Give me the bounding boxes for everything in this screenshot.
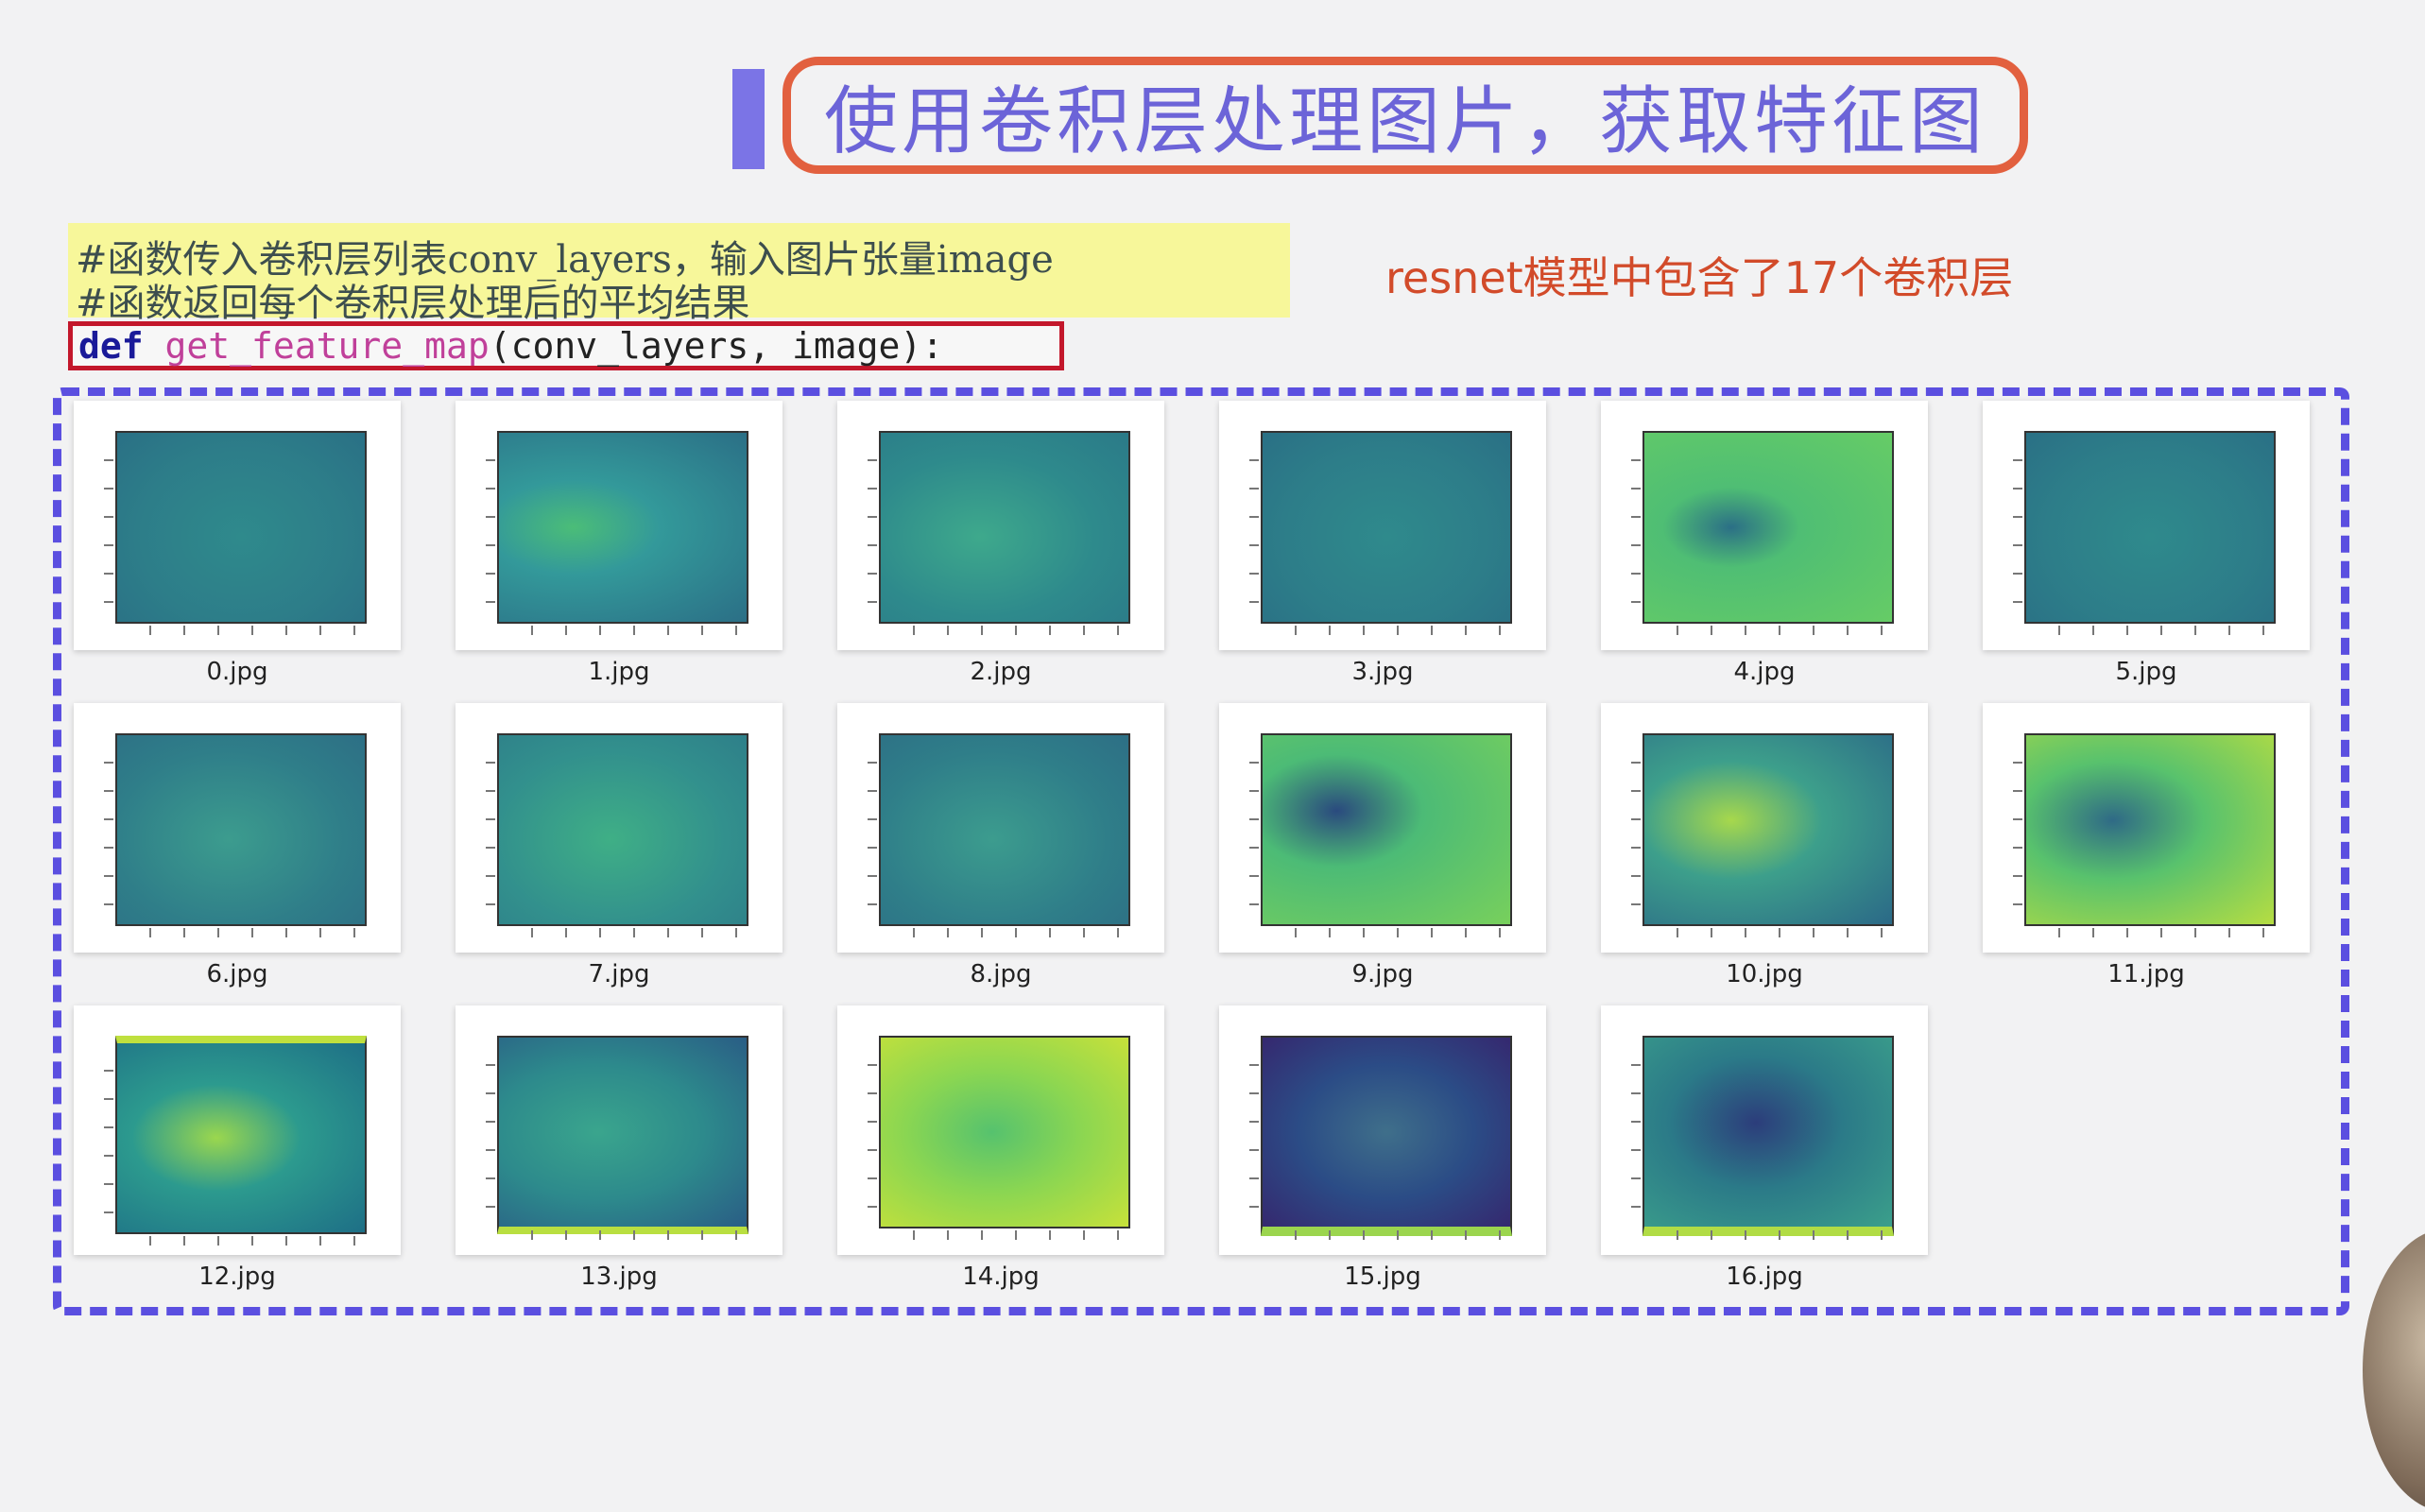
feature-map-label: 6.jpg: [206, 960, 268, 988]
feature-map-image: [2013, 733, 2276, 937]
feature-map-label: 7.jpg: [588, 960, 650, 988]
code-arguments: (conv_layers, image):: [489, 325, 944, 367]
feature-map-card: [456, 1005, 783, 1255]
feature-map-image: [1249, 431, 1512, 635]
feature-map-label: 4.jpg: [1733, 658, 1796, 686]
feature-map-image: [486, 1036, 748, 1240]
feature-map-card: [74, 703, 401, 953]
feature-map-card: [74, 1005, 401, 1255]
feature-map-image: [2013, 431, 2276, 635]
feature-map-card: [1601, 1005, 1928, 1255]
feature-map-label: 9.jpg: [1351, 960, 1414, 988]
feature-map-image: [486, 733, 748, 937]
feature-map-card: [1983, 703, 2310, 953]
feature-map-label: 2.jpg: [970, 658, 1032, 686]
feature-map-card: [1983, 401, 2310, 650]
feature-map-image: [1249, 1036, 1512, 1240]
feature-map-label: 10.jpg: [1726, 960, 1803, 988]
title-box: 使用卷积层处理图片，获取特征图: [783, 57, 2028, 174]
feature-map-image: [104, 733, 367, 937]
feature-map-image: [1249, 733, 1512, 937]
code-function-name: get_feature_map: [164, 325, 490, 367]
feature-map-card: [1219, 401, 1546, 650]
feature-map-label: 11.jpg: [2107, 960, 2185, 988]
feature-map-label: 15.jpg: [1344, 1263, 1421, 1291]
feature-map-label: 0.jpg: [206, 658, 268, 686]
feature-map-card: [837, 401, 1164, 650]
feature-map-image: [868, 1036, 1130, 1240]
feature-map-card: [1601, 703, 1928, 953]
feature-map-label: 16.jpg: [1726, 1263, 1803, 1291]
feature-map-card: [837, 1005, 1164, 1255]
code-keyword: def: [78, 325, 144, 367]
feature-map-card: [1219, 1005, 1546, 1255]
feature-map-image: [868, 733, 1130, 937]
feature-map-label: 14.jpg: [962, 1263, 1040, 1291]
feature-map-image: [1631, 733, 1894, 937]
comment-line: #函数返回每个卷积层处理后的平均结果: [76, 282, 750, 325]
feature-map-image: [868, 431, 1130, 635]
feature-map-label: 8.jpg: [970, 960, 1032, 988]
feature-map-image: [104, 1036, 367, 1246]
feature-map-card: [1601, 401, 1928, 650]
code-comment-block: #函数传入卷积层列表conv_layers，输入图片张量image #函数返回每…: [68, 223, 1290, 325]
feature-map-card: [1219, 703, 1546, 953]
function-signature: def get_feature_map (conv_layers, image)…: [68, 321, 1064, 370]
presenter-avatar: [2363, 1228, 2425, 1512]
feature-map-image: [104, 431, 367, 635]
slide-title: 使用卷积层处理图片，获取特征图: [823, 79, 1986, 164]
feature-map-label: 1.jpg: [588, 658, 650, 686]
feature-map-label: 13.jpg: [580, 1263, 658, 1291]
feature-map-card: [456, 401, 783, 650]
feature-map-image: [1631, 431, 1894, 635]
title-accent-bar: [732, 69, 765, 169]
feature-map-card: [74, 401, 401, 650]
feature-map-image: [486, 431, 748, 635]
feature-map-card: [837, 703, 1164, 953]
feature-map-label: 5.jpg: [2115, 658, 2177, 686]
feature-map-card: [456, 703, 783, 953]
feature-map-image: [1631, 1036, 1894, 1240]
feature-map-label: 3.jpg: [1351, 658, 1414, 686]
conv-layer-count-note: resnet模型中包含了17个卷积层: [1385, 252, 2014, 303]
feature-map-label: 12.jpg: [198, 1263, 276, 1291]
